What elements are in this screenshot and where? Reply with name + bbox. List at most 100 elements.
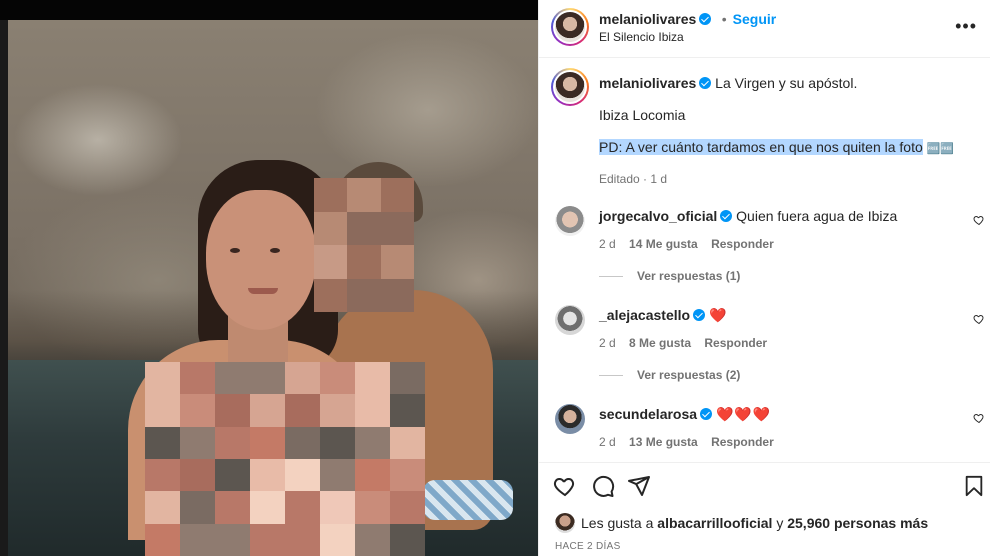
reply-button[interactable]: Responder: [711, 435, 774, 449]
caption-username[interactable]: melaniolivares: [599, 75, 696, 91]
comment-username[interactable]: jorgecalvo_oficial: [599, 208, 717, 224]
comment-age: 2 d: [599, 336, 616, 350]
comment-username[interactable]: _alejacastello: [599, 307, 690, 323]
edited-age: 1 d: [650, 172, 668, 186]
heart-icon[interactable]: [553, 474, 577, 498]
photo-top-bar: [0, 0, 538, 20]
comment-avatar[interactable]: [555, 404, 585, 434]
caption-selected-text: PD: A ver cuánto tardamos en que nos qui…: [599, 139, 923, 155]
censor-pixel: [180, 426, 215, 459]
censor-pixel: [380, 245, 414, 279]
censor-pixel: [250, 426, 285, 459]
censor-pixel: [215, 394, 250, 427]
verified-badge-icon: [699, 77, 712, 89]
comment-item: secundelarosa ❤️❤️❤️ 2 d 13 Me gusta Res…: [599, 405, 959, 449]
comment-age: 2 d: [599, 237, 616, 251]
censor-pixel: [390, 458, 425, 492]
censor-pixel: [215, 458, 250, 492]
woman-eye: [230, 248, 240, 253]
comment-meta: 2 d 8 Me gusta Responder: [599, 336, 959, 350]
view-replies-label: Ver respuestas (1): [637, 269, 741, 283]
view-replies-label: Ver respuestas (2): [637, 368, 741, 382]
pixelated-face-censor: [314, 178, 414, 312]
caption-line-3: PD: A ver cuánto tardamos en que nos qui…: [599, 138, 979, 158]
comment-item: _alejacastello ❤️ 2 d 8 Me gusta Respond…: [599, 306, 959, 382]
censor-pixel: [145, 362, 180, 395]
post-side-panel: melaniolivares • Seguir El Silencio Ibiza…: [538, 0, 990, 556]
author-username[interactable]: melaniolivares: [599, 11, 696, 27]
bookmark-icon[interactable]: [963, 474, 985, 498]
author-line: melaniolivares • Seguir: [599, 11, 776, 29]
censor-pixel: [355, 426, 390, 459]
comment-meta: 2 d 13 Me gusta Responder: [599, 435, 959, 449]
comment-likes[interactable]: 14 Me gusta: [629, 237, 698, 251]
location-link[interactable]: El Silencio Ibiza: [599, 30, 684, 44]
caption-author-avatar[interactable]: [551, 68, 589, 106]
censor-pixel: [215, 523, 250, 556]
censor-pixel: [215, 426, 250, 459]
censor-pixel: [320, 426, 355, 459]
censor-pixel: [285, 491, 320, 524]
likes-prefix: Les gusta a: [581, 515, 654, 531]
censor-pixel: [320, 362, 355, 395]
post-actions: Les gusta a albacarrillooficial y 25,960…: [539, 462, 990, 556]
view-replies-button[interactable]: Ver respuestas (2): [599, 368, 959, 382]
comment-age: 2 d: [599, 435, 616, 449]
likes-summary: Les gusta a albacarrillooficial y 25,960…: [581, 514, 928, 532]
liker-username[interactable]: albacarrillooficial: [657, 515, 772, 531]
verified-badge-icon: [693, 309, 706, 321]
comment-username[interactable]: secundelarosa: [599, 406, 697, 422]
censor-pixel: [285, 458, 320, 492]
censor-pixel: [285, 426, 320, 459]
censor-pixel: [180, 458, 215, 492]
censor-pixel: [215, 491, 250, 524]
likes-count[interactable]: 25,960 personas más: [787, 515, 928, 531]
censor-pixel: [250, 394, 285, 427]
comment-text: ❤️: [708, 307, 728, 323]
censor-pixel: [314, 178, 348, 212]
censor-pixel: [314, 245, 348, 279]
verified-badge-icon: [699, 13, 712, 25]
comment-avatar[interactable]: [555, 206, 585, 236]
censor-pixel: [250, 491, 285, 524]
photo-scene: [8, 20, 538, 556]
comment-text: ❤️❤️❤️: [715, 406, 772, 422]
paper-plane-icon[interactable]: [627, 474, 651, 498]
liker-avatar[interactable]: [555, 513, 575, 533]
comment-likes[interactable]: 13 Me gusta: [629, 435, 698, 449]
comment-text: Quien fuera agua de Ibiza: [736, 208, 898, 224]
censor-pixel: [390, 426, 425, 459]
comment-like-heart-icon[interactable]: [973, 313, 985, 325]
comment-bubble-icon[interactable]: [591, 474, 615, 498]
post-header: melaniolivares • Seguir El Silencio Ibiza…: [539, 0, 990, 58]
censor-pixel: [390, 491, 425, 524]
censor-pixel: [390, 362, 425, 395]
view-replies-button[interactable]: Ver respuestas (1): [599, 269, 959, 283]
woman-mouth: [248, 288, 278, 294]
censor-pixel: [180, 394, 215, 427]
reply-button[interactable]: Responder: [711, 237, 774, 251]
more-options-icon[interactable]: •••: [955, 17, 977, 35]
comment-avatar[interactable]: [555, 305, 585, 335]
post-timestamp[interactable]: HACE 2 DÍAS: [555, 541, 621, 552]
censor-pixel: [355, 362, 390, 395]
censor-pixel: [355, 458, 390, 492]
follow-button[interactable]: Seguir: [733, 11, 777, 27]
comment-meta: 2 d 14 Me gusta Responder: [599, 237, 959, 251]
caption-text: La Virgen y su apóstol.: [715, 75, 858, 91]
post-photo[interactable]: [0, 0, 538, 556]
censor-pixel: [355, 491, 390, 524]
censor-pixel: [380, 278, 414, 312]
free-emoji-icon: 🆓🆓: [926, 143, 955, 155]
comment-like-heart-icon[interactable]: [973, 214, 985, 226]
comment-likes[interactable]: 8 Me gusta: [629, 336, 691, 350]
censor-pixel: [145, 491, 180, 524]
censor-pixel: [145, 523, 180, 556]
author-avatar[interactable]: [551, 8, 589, 46]
verified-badge-icon: [720, 210, 733, 222]
comment-like-heart-icon[interactable]: [973, 412, 985, 424]
reply-button[interactable]: Responder: [704, 336, 767, 350]
edited-label: Editado: [599, 172, 640, 186]
censor-pixel: [250, 362, 285, 395]
censor-pixel: [320, 523, 355, 556]
